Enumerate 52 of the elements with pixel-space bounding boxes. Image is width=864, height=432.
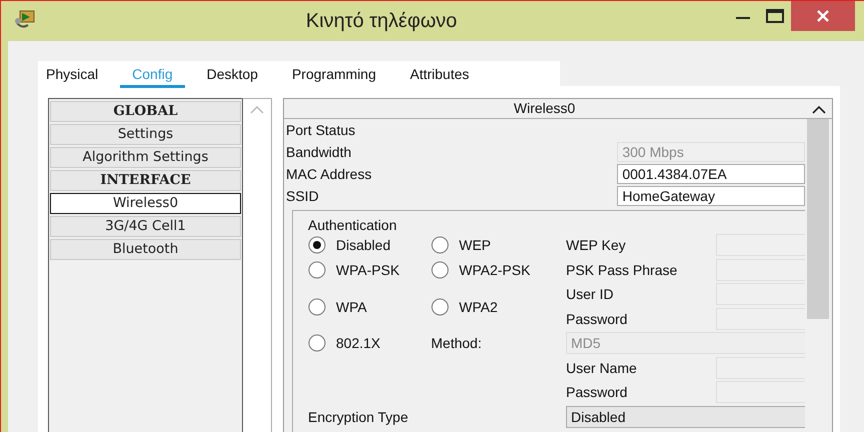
field-label: User ID — [566, 286, 614, 302]
sidebar-item[interactable]: 3G/4G Cell1 — [50, 216, 241, 237]
radio-option[interactable]: WPA-PSK — [308, 260, 431, 279]
encryption-dropdown[interactable]: Disabled — [566, 406, 806, 428]
field-label: Password — [566, 384, 628, 400]
section-heading[interactable]: INTERFACE — [50, 170, 241, 191]
tab[interactable]: Desktop — [206, 61, 258, 88]
sidebar-item[interactable]: Bluetooth — [50, 239, 241, 260]
radio-button[interactable] — [308, 260, 326, 279]
tab[interactable]: Physical — [46, 61, 98, 88]
tab[interactable]: Attributes — [410, 61, 470, 88]
field-label: Encryption Type — [308, 408, 410, 425]
radio-button[interactable] — [431, 236, 449, 254]
radio-option[interactable]: WPA — [308, 298, 431, 316]
sidebar-item[interactable]: Settings — [50, 124, 241, 145]
field-label: Password — [566, 310, 628, 327]
panel-title: Wireless0 — [512, 99, 576, 118]
field-label: Bandwidth — [285, 144, 352, 160]
field-label: Port Status — [285, 122, 356, 138]
input-field[interactable] — [716, 308, 806, 330]
radio-button[interactable] — [308, 334, 326, 352]
radio-option[interactable]: WPA2 — [431, 298, 566, 316]
radio-button[interactable] — [431, 260, 449, 279]
field-label: User Name — [566, 360, 638, 376]
tab[interactable]: Programming — [292, 61, 376, 88]
close-icon — [817, 10, 829, 22]
input-field[interactable] — [716, 258, 806, 281]
radio-button[interactable] — [431, 298, 449, 316]
field-label: WEP Key — [566, 237, 627, 254]
field-label: Method: — [431, 335, 483, 352]
radio-option[interactable]: WEP — [431, 236, 566, 254]
radio-button[interactable] — [308, 298, 326, 316]
radio-option[interactable]: Disabled — [308, 236, 431, 254]
radio-option[interactable]: WPA2-PSK — [431, 260, 566, 279]
radio-button[interactable] — [308, 236, 326, 254]
window-title: Κινητό τηλέφωνο — [304, 10, 458, 32]
section-heading[interactable]: GLOBAL — [50, 101, 241, 122]
text-field[interactable]: HomeGateway — [617, 186, 805, 206]
input-field[interactable] — [716, 234, 806, 256]
field-label: MAC Address — [285, 166, 373, 182]
text-field[interactable]: 0001.4384.07EA — [617, 164, 805, 184]
sidebar-item[interactable]: Algorithm Settings — [50, 147, 241, 168]
input-field[interactable] — [716, 283, 806, 306]
field-label: SSID — [285, 188, 320, 204]
radio-option[interactable]: 802.1X — [308, 334, 431, 352]
group-title: Authentication — [308, 217, 398, 233]
scroll-thumb[interactable] — [807, 119, 829, 319]
close-button[interactable] — [791, 1, 855, 31]
sidebar-item[interactable]: Wireless0 — [50, 193, 241, 214]
scroll-up-icon[interactable] — [812, 106, 826, 115]
field-label: PSK Pass Phrase — [566, 262, 678, 278]
maximize-icon — [766, 9, 784, 23]
